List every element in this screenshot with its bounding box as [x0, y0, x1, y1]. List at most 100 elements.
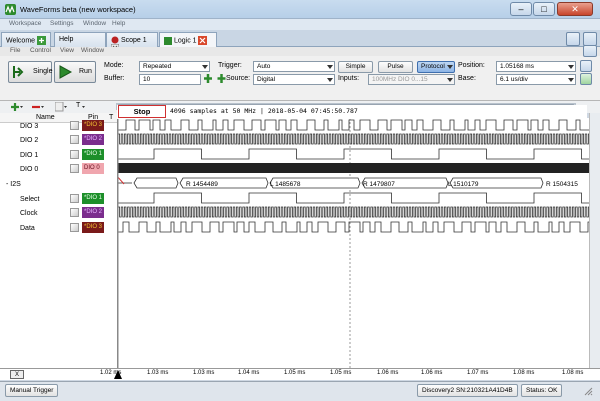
add-buffer-icon[interactable]: [203, 73, 213, 84]
submenu-control[interactable]: Control: [30, 47, 51, 54]
pin-label[interactable]: *DIO 1: [82, 149, 104, 160]
time-tick-label: 1.02 ms: [100, 370, 122, 376]
source-select[interactable]: Digital: [253, 74, 335, 85]
pin-edit-icon[interactable]: [70, 164, 79, 173]
channel-name[interactable]: Clock: [20, 210, 38, 217]
layout-icon[interactable]: [566, 32, 580, 46]
trigger-select[interactable]: Auto: [253, 61, 335, 72]
channel-name[interactable]: DIO 0: [20, 166, 38, 173]
time-tick-label: 1.03 ms: [193, 370, 215, 376]
pin-edit-icon[interactable]: [70, 150, 79, 159]
submenu-window[interactable]: Window: [81, 47, 104, 54]
chevron-down-icon: [327, 65, 333, 69]
channel-name[interactable]: DIO 1: [20, 152, 38, 159]
tab-logic[interactable]: Logic 1: [159, 32, 217, 48]
pin-label[interactable]: *DIO 2: [82, 207, 104, 218]
i2s-frame: [133, 177, 179, 189]
chevron-down-icon: [202, 65, 208, 69]
pin-label[interactable]: *DIO 2: [82, 134, 104, 145]
data-trace: [118, 221, 598, 233]
menu-help[interactable]: Help: [112, 20, 125, 27]
time-tick-label: 1.04 ms: [238, 370, 260, 376]
menu-workspace[interactable]: Workspace: [9, 20, 41, 27]
tab-logic-label: Logic 1: [173, 37, 197, 45]
channel-name[interactable]: - I2S: [6, 181, 21, 188]
pin-edit-icon[interactable]: [70, 208, 79, 217]
add-icon[interactable]: [37, 36, 46, 45]
acquisition-info: 4096 samples at 50 MHz | 2018-05-04 07:4…: [170, 107, 358, 115]
add-channel-icon[interactable]: [11, 103, 23, 112]
pulse-button[interactable]: Pulse: [378, 61, 413, 73]
mode-label: Mode:: [104, 62, 124, 69]
dio3-trace: [118, 119, 592, 131]
protocol-label: Protocol: [421, 63, 445, 70]
position-value: 1.05168 ms: [500, 63, 534, 70]
channel-name[interactable]: DIO 3: [20, 123, 38, 130]
source-add-icon[interactable]: [217, 73, 226, 84]
source-label: Source:: [226, 75, 251, 82]
dio0-trace: [118, 163, 590, 173]
tab-scope-label: Scope 1: [120, 36, 147, 44]
status-button[interactable]: Status: OK: [521, 384, 563, 397]
t-column-header: T: [109, 114, 114, 121]
dock-icon[interactable]: [583, 32, 597, 46]
protocol-button[interactable]: Protocol: [417, 61, 455, 73]
pin-edit-icon[interactable]: [70, 194, 79, 203]
chevron-down-icon: [447, 65, 453, 69]
device-button[interactable]: Discovery2 SN:210321A41D4B: [417, 384, 518, 397]
panel-toggle-icon[interactable]: [583, 45, 597, 57]
remove-channel-icon[interactable]: [32, 103, 44, 112]
buffer-field[interactable]: 10: [139, 74, 201, 85]
channel-name[interactable]: DIO 2: [20, 137, 38, 144]
tab-scope[interactable]: Scope 1: [106, 32, 158, 52]
x-axis-label: X: [14, 372, 19, 378]
channel-name[interactable]: Data: [20, 225, 35, 232]
name-column-header: Name: [36, 114, 55, 121]
tab-welcome[interactable]: Welcome: [1, 32, 51, 47]
pin-label[interactable]: DIO 0: [82, 163, 104, 174]
time-tick-label: 1.06 ms: [421, 370, 443, 376]
base-field[interactable]: 6.1 us/div: [496, 74, 576, 85]
resize-grip-icon[interactable]: [583, 386, 593, 396]
t-menu[interactable]: T: [76, 102, 80, 109]
play-icon: [59, 65, 73, 79]
pin-label[interactable]: *DIO 1: [82, 193, 104, 204]
x-axis-button[interactable]: X: [10, 370, 24, 379]
buffer-value: 10: [143, 76, 151, 83]
pin-edit-icon[interactable]: [70, 223, 79, 232]
run-button[interactable]: Run: [54, 61, 96, 83]
i2s-value-label: R 1454489: [186, 181, 218, 188]
menu-bar: Workspace Settings Window Help: [0, 19, 600, 30]
vertical-scrollbar[interactable]: [589, 113, 600, 368]
simple-button[interactable]: Simple: [338, 61, 373, 73]
submenu-view[interactable]: View: [60, 47, 74, 54]
menu-window[interactable]: Window: [83, 20, 106, 27]
inputs-select[interactable]: 100MHz DIO 0...15: [368, 74, 455, 85]
pin-label[interactable]: *DIO 3: [82, 222, 104, 233]
pin-edit-icon[interactable]: [70, 121, 79, 130]
maximize-button[interactable]: □: [533, 2, 555, 16]
pin-label[interactable]: *DIO 3: [82, 120, 104, 131]
single-button[interactable]: Single: [8, 61, 52, 83]
tab-welcome-label: Welcome: [6, 37, 36, 45]
channel-name[interactable]: Select: [20, 196, 39, 203]
minimize-button[interactable]: –: [510, 2, 532, 16]
i2s-value-label: L 1485678: [270, 181, 301, 188]
mode-select[interactable]: Repeated: [139, 61, 210, 72]
manual-trigger-button[interactable]: Manual Trigger: [5, 384, 59, 397]
i2s-value-label: R 1479807: [363, 181, 395, 188]
position-field[interactable]: 1.05168 ms: [496, 61, 576, 72]
logic-plot[interactable]: R 1454489 L 1485678 R 1479807 L 1510179 R 15…: [115, 118, 598, 368]
pin-edit-icon[interactable]: [70, 135, 79, 144]
time-tick-label: 1.08 ms: [513, 370, 535, 376]
submenu-file[interactable]: File: [10, 47, 20, 54]
close-button[interactable]: ✕: [557, 2, 593, 16]
menu-settings[interactable]: Settings: [50, 20, 74, 27]
tab-help[interactable]: Help: [54, 32, 106, 47]
position-reset-icon[interactable]: [580, 60, 592, 72]
base-toggle-icon[interactable]: [580, 73, 592, 85]
tab-close-icon[interactable]: [198, 36, 208, 45]
window-title: WaveForms beta (new workspace): [20, 5, 136, 14]
tab-help-label: Help: [59, 36, 74, 43]
edit-icon[interactable]: [55, 102, 68, 112]
